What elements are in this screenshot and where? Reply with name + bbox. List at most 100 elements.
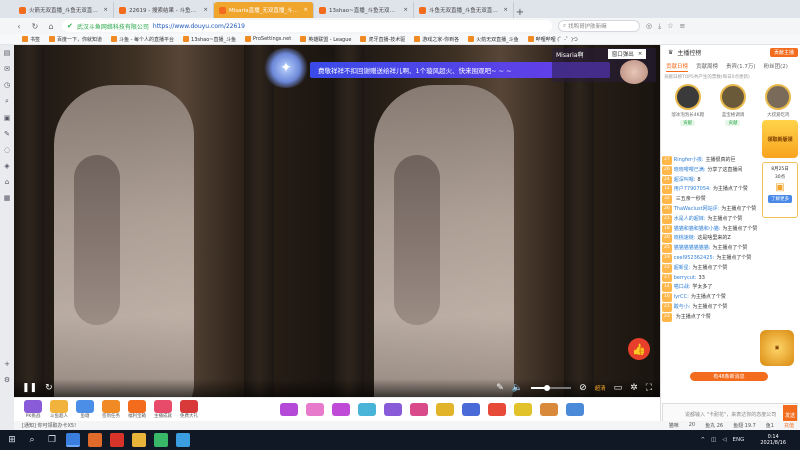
cart-icon[interactable]: ⌂ [2, 178, 12, 186]
chat-message[interactable]: 18 猫猫和猫和猫和小猫: 为主播点了个赞 [662, 224, 770, 234]
chat-message[interactable]: 22 超新星: 为主播点了个赞 [662, 263, 770, 273]
gift-item[interactable] [434, 403, 456, 416]
chat-icon[interactable]: ◌ [2, 146, 12, 154]
chat-username[interactable]: 水是人的超妹: [674, 215, 706, 224]
danmaku-icon[interactable]: ⊘ [579, 383, 587, 393]
folder-icon[interactable] [132, 433, 146, 447]
gift-item[interactable] [382, 403, 404, 416]
like-button[interactable]: 👍 [628, 338, 650, 360]
podium-entry[interactable]: 溜冰泡泡长4K蹬 贡献 [668, 84, 707, 144]
mail-icon[interactable]: ✉ [2, 65, 12, 73]
new-tab-button[interactable]: + [514, 7, 526, 18]
bookmark-item[interactable]: ProSettings.net [244, 36, 291, 42]
chevron-up-icon[interactable]: ^ [700, 437, 705, 443]
chat-message[interactable]: 20 晓桃速链: 这是啥里来的Z [662, 234, 770, 244]
refresh-icon[interactable]: ↻ [30, 22, 40, 31]
bookmark-item[interactable]: 火箭无双直播_斗鱼 [468, 36, 519, 43]
chat-message[interactable]: 16 lyrCC: 为主播点了个赞 [662, 293, 770, 302]
chat-message[interactable]: 19 ceel952362425: 为主播点了个赞 [662, 253, 770, 263]
podium-entry[interactable]: 蓝宝格调调 贡献 [713, 84, 752, 144]
volume-icon[interactable]: ◁ [722, 437, 726, 443]
close-icon[interactable]: × [638, 51, 643, 57]
chat-message[interactable]: 23 为主播点了个赞 [662, 312, 770, 322]
tab-weekly-rank[interactable]: 贡献周榜 [696, 62, 718, 72]
chat-username[interactable]: 喵口战: [674, 283, 691, 292]
game-icon[interactable]: ◈ [2, 162, 12, 170]
menu-icon[interactable]: ≡ [680, 22, 686, 30]
fullscreen-icon[interactable]: ⛶ [646, 383, 652, 393]
browser-tab-active[interactable]: Misaria直播_无双直播_斗鱼直播× [214, 2, 314, 18]
app-icon[interactable] [110, 433, 124, 447]
recharge-button[interactable]: 充值 [784, 422, 794, 429]
tab-daily-rank[interactable]: 贡献日榜 [666, 62, 689, 72]
gift-item[interactable] [330, 403, 352, 416]
close-tab-icon[interactable]: × [203, 7, 208, 13]
side-ad[interactable]: 领取新版领 8月25日 30点 ▣ 了解更多 [762, 120, 798, 220]
task-view-icon[interactable]: ❐ [46, 434, 58, 446]
gift-item[interactable] [460, 403, 482, 416]
chat-message[interactable]: 14 喵口战: 学太多了 [662, 283, 770, 293]
edit-icon[interactable]: ✎ [496, 383, 504, 393]
chat-message[interactable]: 26 晓晓嘤嘤已满: 分享了这直播间 [662, 165, 770, 175]
chat-username[interactable]: 猫猫和猫和猫和小猫: [674, 225, 721, 234]
ad-banner[interactable]: 领取新版领 [762, 120, 798, 158]
network-icon[interactable]: ◫ [711, 437, 716, 443]
cast-icon[interactable]: ▭ [614, 383, 623, 393]
gift-item[interactable]: 签到任务 [100, 400, 122, 419]
collection-icon[interactable]: ▤ [2, 49, 12, 57]
ad-button[interactable]: 了解更多 [768, 195, 792, 203]
app-icon[interactable] [154, 433, 168, 447]
chat-username[interactable]: lyrCC: [674, 293, 689, 302]
home-icon[interactable]: ⌂ [46, 22, 56, 31]
treasure-chest-icon[interactable]: ▣ [760, 330, 794, 366]
chat-message[interactable]: 27 Ringfer小孩: 主播很真的巨 [662, 156, 770, 165]
gift-item[interactable]: 主播成就 [152, 400, 174, 419]
chat-message[interactable]: 27 berrycut: 33 [662, 273, 770, 283]
chat-username[interactable]: 晓晓嘤嘤已满: [674, 166, 706, 175]
chat-username[interactable]: Ringfer小孩: [674, 156, 704, 165]
search-icon[interactable]: ⌕ [2, 97, 12, 106]
bookmark-item[interactable]: 哔哩哔哩 (゜-゜)つ [527, 36, 578, 43]
volume-slider[interactable] [531, 385, 572, 391]
gift-item[interactable] [278, 403, 300, 416]
gift-item[interactable]: PK挑战 [22, 400, 44, 419]
windows-start-icon[interactable]: ⊞ [6, 434, 18, 446]
chat-message[interactable]: 25 猫猫猫猫猫猫猫: 为主播点了个赞 [662, 244, 770, 253]
history-icon[interactable]: ◷ [2, 81, 12, 89]
tab-fans[interactable]: 粉丝团(2) [764, 62, 788, 72]
chat-username[interactable]: 晓桃速链: [674, 234, 696, 243]
volume-knob[interactable] [544, 385, 551, 391]
url-input[interactable]: ✔ 武汉斗鱼网络科技有限公司 https://www.douyu.com/226… [62, 20, 552, 32]
gift-item[interactable] [538, 403, 560, 416]
app-icon[interactable] [176, 433, 190, 447]
chat-username[interactable]: ThaWaclust网站评: [674, 205, 720, 214]
search-icon[interactable]: ⌕ [26, 434, 38, 446]
tab-vip[interactable]: 贵宾(1.7万) [726, 62, 756, 72]
new-messages-button[interactable]: 有48条新消息 [690, 372, 768, 381]
close-tab-icon[interactable]: × [103, 7, 108, 13]
browser-app-icon[interactable] [66, 433, 80, 447]
language-indicator[interactable]: ENG [733, 437, 745, 443]
refresh-icon[interactable]: ↻ [45, 383, 53, 393]
close-tab-icon[interactable]: × [303, 7, 308, 13]
browser-tab[interactable]: 火箭无双直播_斗鱼无双直播视频× [14, 2, 114, 18]
browser-tab[interactable]: 22619 - 搜索结果 - 斗鱼直播 × [114, 2, 214, 18]
gift-item[interactable] [356, 403, 378, 416]
video-player[interactable] [14, 45, 660, 397]
bookmark-item[interactable]: 虎牙直播-技术驱 [360, 36, 405, 43]
gift-item[interactable]: 免费大礼 [178, 400, 200, 419]
bookmark-item[interactable]: 13shao~直播_斗鱼 [183, 36, 236, 43]
notice-text[interactable]: [通知] 你可领取办卡X5! [22, 422, 76, 429]
chat-username[interactable]: 超新星: [674, 264, 691, 273]
bookmark-item[interactable]: 游戏之家-你到各 [414, 36, 459, 43]
bookmark-item[interactable]: 斗鱼 - 每个人的直播平台 [111, 36, 174, 43]
browser-tab[interactable]: 斗鱼无双直播_斗鱼无双直播视频× [414, 2, 514, 18]
settings-icon[interactable]: ✲ [630, 383, 638, 393]
star-icon[interactable]: ☆ [667, 22, 673, 30]
gift-item[interactable] [512, 403, 534, 416]
notes-icon[interactable]: ✎ [2, 130, 12, 138]
add-icon[interactable]: + [2, 360, 12, 368]
gift-item[interactable]: 斗鱼超人 [48, 400, 70, 419]
gift-item[interactable] [564, 403, 586, 416]
streamer-avatar[interactable] [620, 60, 648, 84]
